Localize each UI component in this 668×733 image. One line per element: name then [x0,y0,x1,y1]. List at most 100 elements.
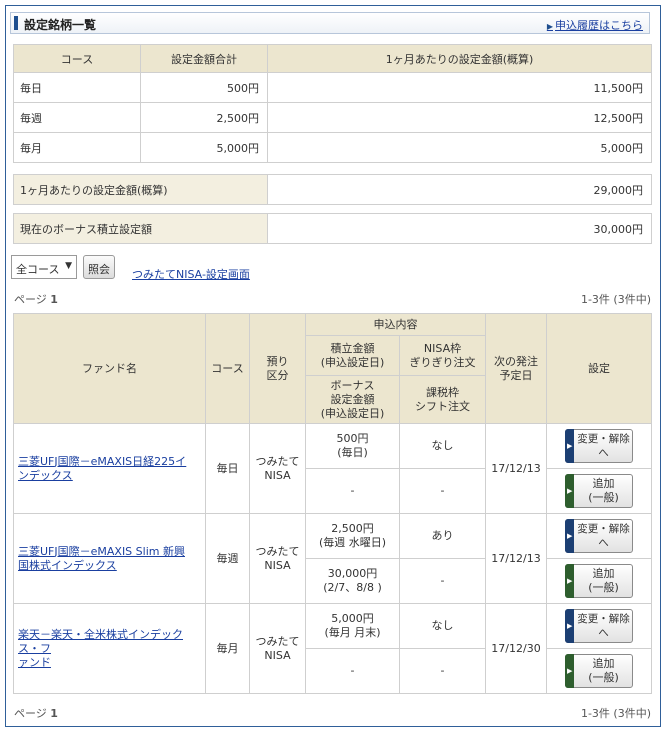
header-custody-1: 預り [266,354,289,368]
history-link[interactable]: ▶ 申込履歴はこちら [547,17,643,33]
amount-value: 500円 [336,432,369,445]
button-tab: ▶ [565,654,574,688]
fund-link[interactable]: 楽天－楽天・全米株式インデックス・フ ァンド [18,628,183,669]
add-general-button[interactable]: ▶ 追加 (一般) [565,564,633,598]
button-tab: ▶ [565,609,574,643]
summary-monthly: 5,000円 [267,132,652,163]
header-custody: 預り 区分 [249,313,306,424]
amount-schedule: (毎日) [337,446,368,459]
taxable-shift-cell: - [399,558,486,604]
add-label-line1: 追加 [592,657,615,670]
result-count-bottom: 1-3件 (3件中) [580,707,651,720]
monthly-total-value: 29,000円 [267,174,652,205]
bonus-total-label: 現在のボーナス積立設定額 [13,213,268,244]
summary-total: 5,000円 [140,132,268,163]
header-next-2: 予定日 [499,368,533,382]
monthly-total-table: 1ヶ月あたりの設定金額(概算) 29,000円 [13,174,652,205]
change-cancel-button[interactable]: ▶ 変更・解除へ [565,609,633,643]
header-nisa: NISA枠 ぎりぎり注文 [399,335,486,376]
taxable-shift-cell: - [399,468,486,514]
table-row: 毎日 500円 11,500円 [13,72,652,103]
course-cell: 毎週 [205,513,250,604]
header-bonus-3: (申込設定日) [320,406,385,420]
fund-link[interactable]: 三菱UFJ国際－eMAXIS Slim 新興 国株式インデックス [18,545,185,572]
summary-header-row: コース 設定金額合計 1ヶ月あたりの設定金額(概算) [13,44,652,73]
bonus-value: - [350,484,355,497]
course-select-value: 全コース [16,263,60,276]
page-number: 1 [50,293,58,306]
table-row: 三菱UFJ国際－eMAXIS日経225イ ンデックス 毎日 つみたて NISA 50… [13,423,652,514]
table-row: 楽天－楽天・全米株式インデックス・フ ァンド 毎月 つみたて NISA 5,000円… [13,603,652,694]
summary-monthly: 11,500円 [267,72,652,103]
bonus-cell: 30,000円 (2/7、8/8 ) [305,558,400,604]
page-indicator-bottom: ページ 1 [14,705,58,721]
triangle-right-icon: ▶ [567,667,573,675]
table-row: 毎週 2,500円 12,500円 [13,102,652,133]
course-cell: 毎日 [205,423,250,514]
triangle-right-icon: ▶ [567,577,573,585]
add-general-button[interactable]: ▶ 追加 (一般) [565,654,633,688]
add-general-label: 追加 (一般) [576,567,631,595]
header-next-1: 次の発注 [494,354,538,368]
page-number: 1 [50,707,58,720]
nisa-order-cell: あり [399,513,486,559]
header-custody-2: 区分 [266,368,289,382]
bonus-cell: - [305,468,400,514]
add-general-label: 追加 (一般) [576,657,631,685]
bonus-value: 30,000円 [327,567,378,580]
triangle-right-icon: ▶ [567,442,573,450]
page-label: ページ [14,707,47,720]
header-bonus-1: ボーナス [330,378,375,392]
header-nisa-2: ぎりぎり注文 [409,355,476,369]
fund-name-line1: 三菱UFJ国際－eMAXIS Slim 新興 [18,544,185,558]
monthly-total-label: 1ヶ月あたりの設定金額(概算) [13,174,268,205]
query-button[interactable]: 照会 [83,255,115,279]
summary-course: 毎日 [13,72,141,103]
header-nisa-1: NISA枠 [423,341,462,355]
next-date-cell: 17/12/13 [485,513,547,604]
amount-value: 5,000円 [331,612,374,625]
change-cancel-button[interactable]: ▶ 変更・解除へ [565,519,633,553]
course-cell: 毎月 [205,603,250,694]
custody-line2: NISA [264,558,291,572]
custody-line1: つみたて [255,454,300,468]
change-cancel-button[interactable]: ▶ 変更・解除へ [565,429,633,463]
bonus-total-value: 30,000円 [267,213,652,244]
bonus-cell: - [305,648,400,694]
add-general-label: 追加 (一般) [576,477,631,505]
page-indicator-top: ページ 1 [14,291,58,307]
next-date-cell: 17/12/30 [485,603,547,694]
table-row: 1ヶ月あたりの設定金額(概算) 29,000円 [13,174,652,205]
fund-link[interactable]: 三菱UFJ国際－eMAXIS日経225イ ンデックス [18,455,186,482]
change-button-cell: ▶ 変更・解除へ [546,513,652,559]
next-date-cell: 17/12/13 [485,423,547,514]
fund-name-line2: 国株式インデックス [18,558,117,572]
caret-down-icon: ▼ [65,261,72,271]
change-button-cell: ▶ 変更・解除へ [546,603,652,649]
amount-cell: 500円 (毎日) [305,423,400,469]
fund-name-line1: 楽天－楽天・全米株式インデックス・フ [18,627,183,655]
custody-cell: つみたて NISA [249,423,306,514]
table-header-row: ファンド名 コース 預り 区分 申込内容 次の発注 予定日 設定 [13,313,652,424]
summary-course: 毎週 [13,102,141,133]
custody-cell: つみたて NISA [249,603,306,694]
course-select[interactable]: 全コース ▼ [11,255,77,279]
table-row: 毎月 5,000円 5,000円 [13,132,652,163]
triangle-right-icon: ▶ [567,622,573,630]
bonus-total-table: 現在のボーナス積立設定額 30,000円 [13,213,652,244]
change-cancel-label: 変更・解除へ [577,613,630,639]
page-title: 設定銘柄一覧 [24,18,97,32]
fund-settings-table: ファンド名 コース 預り 区分 申込内容 次の発注 予定日 設定 積立金額 (申込設定… [13,313,652,694]
change-cancel-label: 変更・解除へ [577,523,630,549]
header-taxable: 課税枠 シフト注文 [399,375,486,424]
amount-schedule: (毎週 水曜日) [318,536,387,549]
nisa-order-cell: なし [399,423,486,469]
add-label-line2: (一般) [588,581,619,594]
add-general-button[interactable]: ▶ 追加 (一般) [565,474,633,508]
triangle-right-icon: ▶ [567,532,573,540]
add-label-line1: 追加 [592,567,615,580]
summary-table: コース 設定金額合計 1ヶ月あたりの設定金額(概算) 毎日 500円 11,50… [13,44,652,163]
add-button-cell: ▶ 追加 (一般) [546,648,652,694]
nisa-settings-link[interactable]: つみたてNISA-設定画面 [132,266,250,282]
header-course: コース [205,313,250,424]
